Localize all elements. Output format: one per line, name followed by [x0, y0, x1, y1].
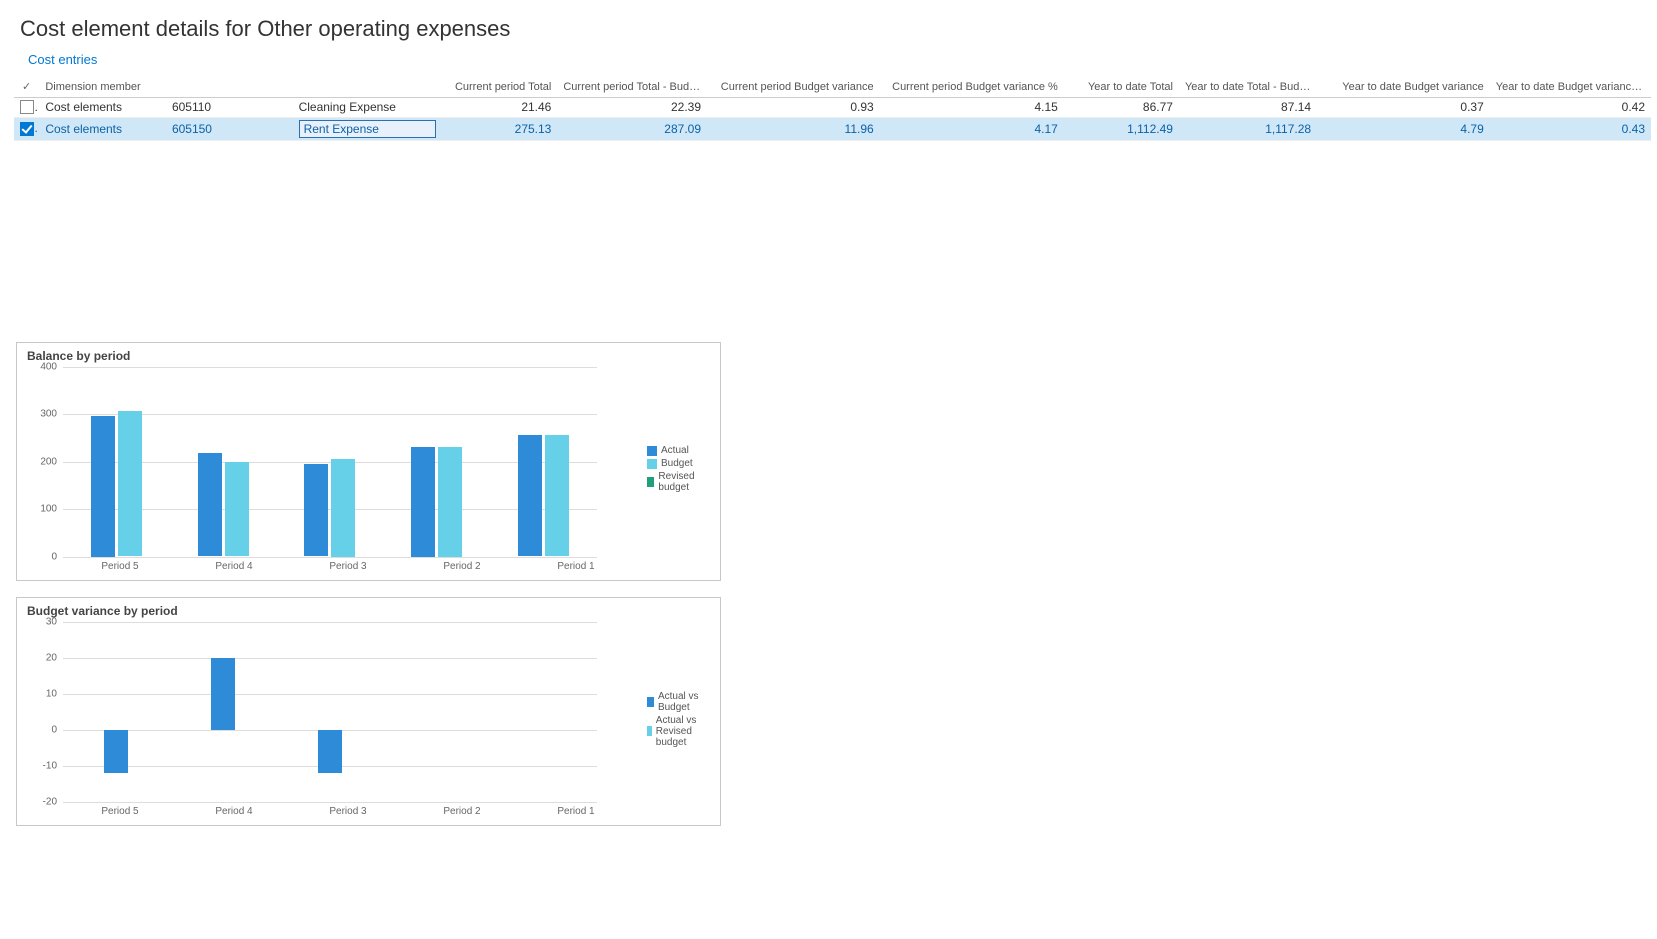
x-tick-label: Period 4: [177, 557, 291, 572]
chart-bar: [438, 447, 462, 556]
cell-ytd-var-pct: 0.43: [1490, 117, 1651, 140]
cell-desc[interactable]: Rent Expense: [299, 120, 437, 138]
legend-item: Budget: [647, 458, 710, 469]
row-checkbox[interactable]: [20, 100, 34, 114]
table-row[interactable]: Cost elements605110Cleaning Expense21.46…: [14, 97, 1651, 117]
cell-desc[interactable]: Cleaning Expense: [293, 97, 443, 117]
budget-variance-chart: Budget variance by period -20-100102030 …: [16, 597, 721, 826]
x-tick-label: Period 3: [291, 802, 405, 817]
x-tick-label: Period 1: [519, 557, 633, 572]
x-tick-label: Period 5: [63, 802, 177, 817]
cost-entries-link[interactable]: Cost entries: [0, 52, 97, 77]
cell-cp-var: 0.93: [707, 97, 880, 117]
cell-cp-total-budget: 287.09: [557, 117, 707, 140]
chart-bar: [331, 459, 355, 556]
chart-title: Balance by period: [27, 349, 710, 363]
chart-bar: [211, 658, 235, 730]
x-tick-label: Period 2: [405, 557, 519, 572]
col-ytd-var-pct[interactable]: Year to date Budget variance %: [1490, 77, 1651, 97]
col-ytd-var[interactable]: Year to date Budget variance: [1317, 77, 1490, 97]
cell-cp-var-pct: 4.17: [880, 117, 1064, 140]
x-tick-label: Period 4: [177, 802, 291, 817]
select-all-header[interactable]: ✓: [14, 77, 39, 97]
chart-bar: [198, 453, 222, 557]
chart-bar: [518, 435, 542, 557]
col-ytd-total[interactable]: Year to date Total: [1064, 77, 1179, 97]
cost-elements-grid: ✓ Dimension member Current period Total …: [14, 77, 1651, 141]
legend-item: Revised budget: [647, 471, 710, 493]
col-cp-total[interactable]: Current period Total: [442, 77, 557, 97]
col-cp-var[interactable]: Current period Budget variance: [707, 77, 880, 97]
cell-cp-total: 21.46: [442, 97, 557, 117]
page-title: Cost element details for Other operating…: [0, 8, 1657, 52]
chart-bar: [225, 462, 249, 556]
table-row[interactable]: Cost elements605150 Rent Expense 275.13287…: [14, 117, 1651, 140]
chart-bar: [91, 416, 115, 556]
x-tick-label: Period 1: [519, 802, 633, 817]
cell-type[interactable]: Cost elements: [39, 97, 166, 117]
chart-bar: [411, 447, 435, 556]
chart-legend: Actual vs BudgetActual vs Revised budget: [647, 689, 710, 750]
cell-ytd-total-budget: 87.14: [1179, 97, 1317, 117]
cell-ytd-var: 0.37: [1317, 97, 1490, 117]
chart-bar: [304, 464, 328, 556]
col-ytd-total-budget[interactable]: Year to date Total - Budget: [1179, 77, 1317, 97]
col-cp-var-pct[interactable]: Current period Budget variance %: [880, 77, 1064, 97]
chart-title: Budget variance by period: [27, 604, 710, 618]
cell-code[interactable]: 605110: [166, 97, 293, 117]
chart-bar: [318, 730, 342, 773]
legend-item: Actual: [647, 445, 710, 456]
chart-legend: Actual Budget Revised budget: [647, 443, 710, 495]
chart-bar: [545, 435, 569, 557]
legend-item: Actual vs Revised budget: [647, 715, 710, 748]
x-tick-label: Period 2: [405, 802, 519, 817]
x-tick-label: Period 3: [291, 557, 405, 572]
cell-ytd-total-budget: 1,117.28: [1179, 117, 1317, 140]
cell-cp-total: 275.13: [442, 117, 557, 140]
cell-ytd-var: 4.79: [1317, 117, 1490, 140]
cell-type[interactable]: Cost elements: [39, 117, 166, 140]
cell-ytd-var-pct: 0.42: [1490, 97, 1651, 117]
col-dimension-member[interactable]: Dimension member: [39, 77, 442, 97]
cell-cp-var: 11.96: [707, 117, 880, 140]
chart-bar: [104, 730, 128, 773]
row-checkbox[interactable]: [20, 122, 34, 136]
chart-bar: [118, 411, 142, 557]
cell-code[interactable]: 605150: [166, 117, 293, 140]
cell-ytd-total: 86.77: [1064, 97, 1179, 117]
cell-cp-total-budget: 22.39: [557, 97, 707, 117]
cell-cp-var-pct: 4.15: [880, 97, 1064, 117]
col-cp-total-budget[interactable]: Current period Total - Budget: [557, 77, 707, 97]
balance-by-period-chart: Balance by period 0100200300400 Period 5…: [16, 342, 721, 581]
legend-item: Actual vs Budget: [647, 691, 710, 713]
x-tick-label: Period 5: [63, 557, 177, 572]
cell-ytd-total: 1,112.49: [1064, 117, 1179, 140]
